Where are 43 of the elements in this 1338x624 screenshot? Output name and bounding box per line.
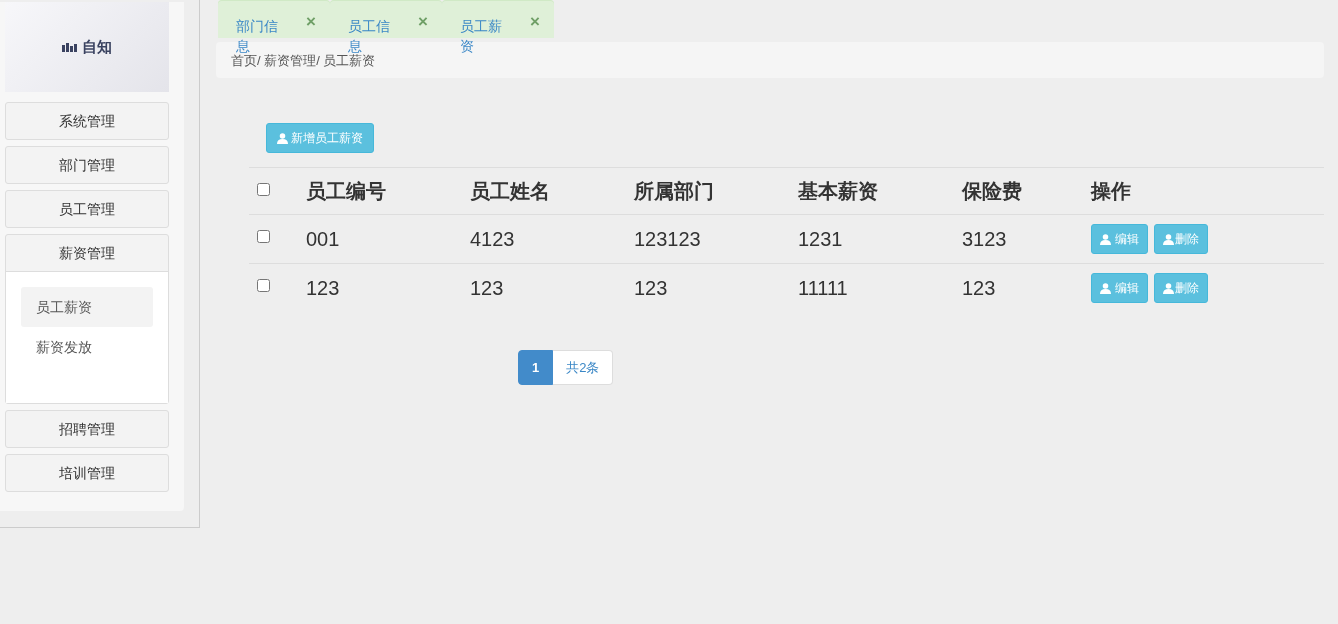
table-cell: 123 xyxy=(306,263,470,312)
submenu-item[interactable]: 薪资发放 xyxy=(21,327,153,367)
close-icon[interactable]: × xyxy=(306,13,316,31)
tab[interactable]: 员工薪资 × xyxy=(442,0,554,56)
checkbox[interactable] xyxy=(257,183,270,196)
table-cell: 4123 xyxy=(470,214,634,264)
edit-button[interactable]: 编辑 xyxy=(1091,224,1148,254)
checkbox[interactable] xyxy=(257,230,270,243)
person-icon xyxy=(1100,282,1111,294)
buildings-icon xyxy=(62,42,78,52)
total-count: 共2条 xyxy=(553,350,614,385)
person-icon xyxy=(277,132,288,144)
person-icon xyxy=(1163,282,1174,294)
column-header: 操作 xyxy=(1091,167,1324,215)
sidebar-item[interactable]: 员工管理 xyxy=(6,191,168,227)
delete-button[interactable]: 删除 xyxy=(1154,224,1208,254)
table-cell: 123123 xyxy=(634,214,798,264)
column-header: 员工编号 xyxy=(306,167,470,215)
close-icon[interactable]: × xyxy=(418,13,428,31)
page-link[interactable]: 1 xyxy=(518,350,554,385)
close-icon[interactable]: × xyxy=(530,13,540,31)
sidebar-item[interactable]: 招聘管理 xyxy=(6,411,168,447)
table-cell: 1231 xyxy=(798,214,962,264)
sidebar-item[interactable]: 培训管理 xyxy=(6,455,168,491)
checkbox[interactable] xyxy=(257,279,270,292)
table-cell: 001 xyxy=(306,214,470,264)
edit-button[interactable]: 编辑 xyxy=(1091,273,1148,303)
column-header: 所属部门 xyxy=(634,167,798,215)
breadcrumb: 首页/ 薪资管理/ 员工薪资 xyxy=(231,53,376,68)
person-icon xyxy=(1100,233,1111,245)
table-cell: 11111 xyxy=(798,263,962,312)
column-header: 保险费 xyxy=(962,167,1091,215)
delete-button[interactable]: 删除 xyxy=(1154,273,1208,303)
add-button[interactable]: 新增员工薪资 xyxy=(266,123,374,153)
table-cell: 123 xyxy=(634,263,798,312)
logo-text: 自知 xyxy=(82,37,112,57)
person-icon xyxy=(1163,233,1174,245)
sidebar-item[interactable]: 系统管理 xyxy=(6,103,168,139)
submenu-item[interactable]: 员工薪资 xyxy=(21,287,153,327)
column-header: 员工姓名 xyxy=(470,167,634,215)
table-cell: 123 xyxy=(470,263,634,312)
sidebar-item[interactable]: 部门管理 xyxy=(6,147,168,183)
column-header: 基本薪资 xyxy=(798,167,962,215)
